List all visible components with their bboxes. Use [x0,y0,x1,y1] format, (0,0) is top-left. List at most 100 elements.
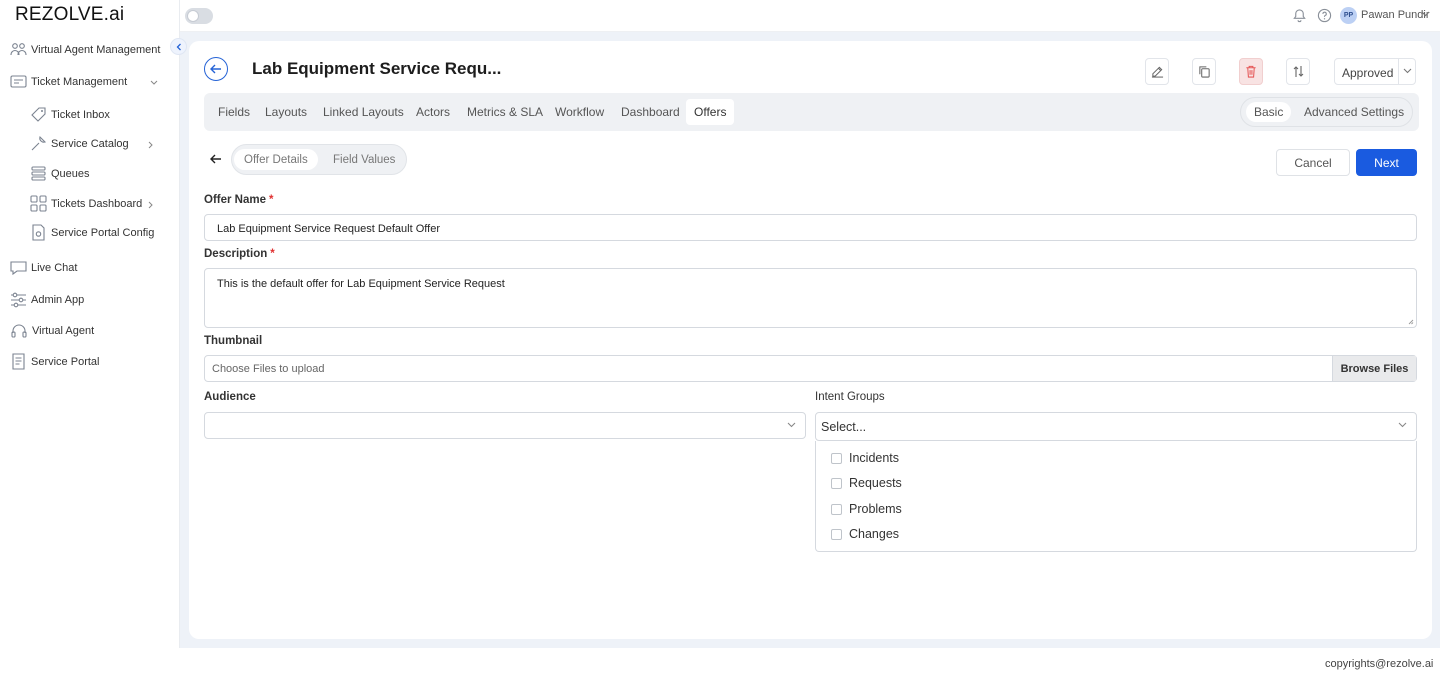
sidebar-item-live-chat[interactable]: Live Chat [10,258,160,278]
tab-layouts[interactable]: Layouts [257,99,315,125]
people-icon [10,42,27,57]
user-name[interactable]: Pawan Pundir [1361,9,1430,21]
checkbox[interactable] [831,528,842,540]
edit-button[interactable] [1145,58,1169,85]
tab-dashboard[interactable]: Dashboard [613,99,688,125]
sidebar-item-queues[interactable]: Queues [30,164,160,184]
sort-button[interactable] [1286,58,1310,85]
copy-icon [1198,66,1210,78]
upload-placeholder: Choose Files to upload [212,363,325,375]
sidebar-item-label: Ticket Inbox [51,109,110,121]
tab-offer-details[interactable]: Offer Details [234,149,318,170]
required-marker: * [270,248,275,260]
checkbox[interactable] [831,477,842,489]
file-gear-icon [31,224,46,241]
swap-vertical-icon [1293,66,1303,77]
sidebar-item-label: Service Catalog [51,138,129,150]
intent-option-requests[interactable]: Requests [831,473,902,493]
thumbnail-upload-field[interactable]: Choose Files to upload Browse Files [204,355,1417,382]
offer-name-value: Lab Equipment Service Request Default Of… [217,223,440,235]
browse-files-button[interactable]: Browse Files [1332,356,1416,381]
tab-field-values[interactable]: Field Values [323,149,405,170]
help-icon[interactable] [1317,8,1332,23]
sidebar-item-service-portal-config[interactable]: Service Portal Config [30,223,170,243]
intent-groups-select[interactable]: Select... [815,412,1417,441]
intent-option-incidents[interactable]: Incidents [831,448,899,468]
status-value: Approved [1342,66,1394,80]
theme-toggle[interactable] [185,8,213,24]
document-icon [11,353,26,370]
copy-button[interactable] [1192,58,1216,85]
option-label: Incidents [849,451,900,465]
checkbox[interactable] [831,452,842,464]
collapse-sidebar-button[interactable] [170,38,187,55]
sidebar-item-label: Service Portal [31,356,100,368]
sidebar-item-ticket-inbox[interactable]: Ticket Inbox [30,105,160,125]
chevron-down-icon [1398,422,1407,428]
page-title: Lab Equipment Service Requ... [252,59,502,78]
chevron-right-icon [148,141,153,149]
chevron-right-icon [148,201,153,209]
required-marker: * [269,194,274,206]
sidebar-item-ticket-management[interactable]: Ticket Management [10,72,160,92]
offer-name-field[interactable]: Lab Equipment Service Request Default Of… [204,214,1417,241]
chat-icon [10,260,27,276]
tab-fields[interactable]: Fields [210,99,258,125]
tab-workflow[interactable]: Workflow [547,99,612,125]
basic-settings-tab[interactable]: Basic [1246,102,1292,122]
status-dropdown[interactable]: Approved [1334,58,1416,85]
sidebar-item-label: Virtual Agent Management [31,44,161,56]
description-field[interactable]: This is the default offer for Lab Equipm… [204,268,1417,328]
sidebar-item-label: Virtual Agent [32,325,95,337]
sidebar-item-service-portal[interactable]: Service Portal [10,352,160,372]
advanced-settings-tab[interactable]: Advanced Settings [1296,102,1412,122]
rezolve-logo[interactable]: REZOLVE.ai [15,4,124,26]
checkbox[interactable] [831,503,842,515]
description-value: This is the default offer for Lab Equipm… [217,278,505,290]
sidebar-item-admin-app[interactable]: Admin App [10,290,160,310]
sidebar-item-label: Admin App [31,294,85,306]
arrow-left-icon [210,64,221,74]
audience-select[interactable] [204,412,806,439]
intent-option-changes[interactable]: Changes [831,524,899,544]
thumbnail-label: Thumbnail [204,335,263,347]
chevron-down-icon [150,80,158,85]
sidebar-item-virtual-agent-management[interactable]: Virtual Agent Management [10,40,175,60]
offer-back-button[interactable] [206,149,226,169]
sidebar-item-label: Queues [51,168,90,180]
audience-label: Audience [204,391,256,403]
description-label: Description * [204,248,275,260]
sidebar-item-tickets-dashboard[interactable]: Tickets Dashboard [30,194,160,214]
chevron-down-icon[interactable] [1421,11,1430,17]
intent-groups-placeholder: Select... [821,420,867,434]
intent-groups-label: Intent Groups [815,391,885,403]
bell-icon[interactable] [1292,8,1307,23]
next-button[interactable]: Next [1356,149,1417,176]
option-label: Problems [849,502,902,516]
delete-button[interactable] [1239,58,1263,85]
sliders-icon [10,292,27,308]
edit-icon [1151,66,1163,78]
sidebar-item-label: Ticket Management [31,76,128,88]
sidebar-item-service-catalog[interactable]: Service Catalog [30,134,160,154]
chevron-left-icon [176,43,181,50]
user-avatar[interactable]: PP [1340,7,1357,24]
sidebar-item-label: Tickets Dashboard [51,198,143,210]
app-window: REZOLVE.ai PP Pawan Pundir Virtual Agent… [0,0,1440,683]
option-label: Requests [849,476,902,490]
trash-icon [1246,65,1256,78]
option-label: Changes [849,527,900,541]
grid-icon [30,195,47,212]
tab-linked-layouts[interactable]: Linked Layouts [315,99,412,125]
intent-groups-menu [815,441,1417,552]
intent-option-problems[interactable]: Problems [831,499,902,519]
offer-name-label: Offer Name * [204,194,274,206]
resize-handle-icon[interactable] [1408,319,1414,325]
cancel-button[interactable]: Cancel [1276,149,1350,176]
back-button[interactable] [204,57,228,81]
toggle-knob [187,10,199,22]
tab-metrics-sla[interactable]: Metrics & SLA [459,99,551,125]
tab-offers[interactable]: Offers [686,99,735,125]
sidebar-item-virtual-agent[interactable]: Virtual Agent [10,321,160,341]
tab-actors[interactable]: Actors [408,99,458,125]
